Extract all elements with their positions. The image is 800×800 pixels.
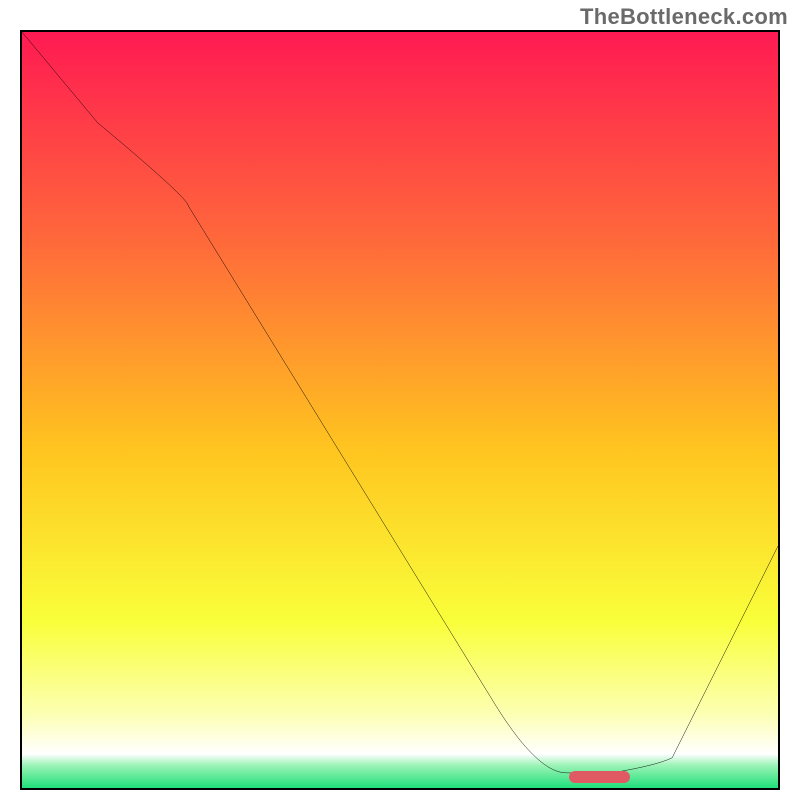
optimal-range-bar [569,771,630,783]
watermark-text: TheBottleneck.com [580,4,788,30]
bottleneck-curve [22,32,778,788]
chart-stage: TheBottleneck.com [0,0,800,800]
plot-area [20,30,780,790]
